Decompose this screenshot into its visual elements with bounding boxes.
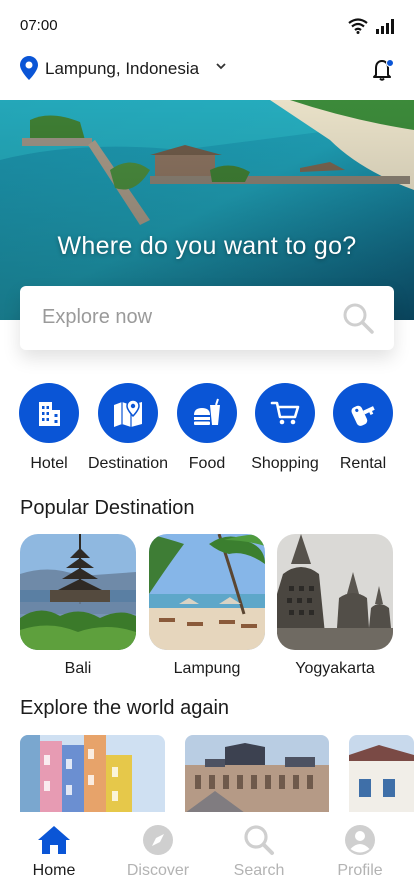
category-label: Shopping (251, 455, 319, 472)
search-icon (244, 825, 274, 855)
nav-label: Home (32, 862, 76, 879)
category-food[interactable]: Food (162, 383, 252, 473)
signal-icon (376, 19, 394, 34)
category-rental-button[interactable] (333, 383, 393, 443)
nav-search[interactable]: Search (214, 824, 304, 880)
status-time: 07:00 (20, 17, 58, 34)
explore-image-palace (185, 735, 329, 813)
destination-image[interactable] (149, 534, 265, 650)
location-selector[interactable]: Lampung, Indonesia (45, 59, 199, 79)
nav-home[interactable]: Home (9, 824, 99, 880)
nav-label: Discover (126, 862, 190, 879)
map-icon (114, 399, 142, 427)
destination-card-lampung[interactable]: Lampung (149, 534, 265, 678)
nav-label: Profile (337, 862, 383, 879)
destination-card-yogyakarta[interactable]: Yogyakarta (277, 534, 393, 678)
explore-image-building (349, 735, 414, 813)
hotel-icon (39, 402, 60, 426)
category-destination[interactable]: Destination (83, 383, 173, 473)
category-hotel-button[interactable] (19, 383, 79, 443)
search-icon[interactable] (342, 302, 374, 334)
explore-image-colorful-houses (20, 735, 165, 813)
search-bar[interactable]: Explore now (20, 286, 394, 350)
category-shopping[interactable]: Shopping (240, 383, 330, 473)
food-icon (194, 398, 220, 425)
popular-destination-title: Popular Destination (20, 497, 195, 519)
chevron-down-icon[interactable] (215, 60, 227, 72)
key-icon (351, 405, 375, 426)
category-list: Hotel Destination Food Shopping Rental (0, 383, 414, 478)
category-label: Hotel (30, 455, 68, 472)
yogyakarta-temple-image (277, 534, 393, 650)
destination-image[interactable] (20, 534, 136, 650)
lampung-beach-image (149, 534, 265, 650)
compass-icon (143, 825, 173, 855)
nav-discover[interactable]: Discover (113, 824, 203, 880)
profile-icon (345, 825, 375, 855)
search-input[interactable]: Explore now (42, 306, 152, 329)
destination-label: Bali (64, 660, 92, 677)
bali-temple-image (20, 534, 136, 650)
category-shopping-button[interactable] (255, 383, 315, 443)
home-icon (38, 826, 70, 854)
category-label: Food (188, 455, 226, 472)
destination-image[interactable] (277, 534, 393, 650)
nav-label: Search (233, 862, 285, 879)
notification-bell-icon[interactable] (370, 56, 396, 82)
category-label: Destination (87, 455, 169, 472)
hero-title: Where do you want to go? (57, 232, 357, 260)
status-icons (348, 18, 394, 34)
bottom-navigation: Home Discover Search Profile (0, 812, 414, 896)
category-food-button[interactable] (177, 383, 237, 443)
category-label: Rental (339, 455, 387, 472)
category-rental[interactable]: Rental (318, 383, 408, 473)
category-hotel[interactable]: Hotel (4, 383, 94, 473)
explore-card-3[interactable] (349, 735, 414, 813)
destination-label: Lampung (173, 660, 241, 677)
nav-profile[interactable]: Profile (315, 824, 405, 880)
cart-icon (270, 401, 300, 425)
category-destination-button[interactable] (98, 383, 158, 443)
destination-label: Yogyakarta (295, 660, 375, 677)
destination-card-bali[interactable]: Bali (20, 534, 136, 678)
explore-card-1[interactable] (20, 735, 165, 813)
location-pin-icon (20, 56, 38, 80)
status-bar: 07:00 (0, 0, 414, 50)
explore-title: Explore the world again (20, 697, 230, 719)
explore-card-2[interactable] (185, 735, 329, 813)
location-bar: Lampung, Indonesia (0, 50, 414, 100)
wifi-icon (348, 18, 368, 34)
